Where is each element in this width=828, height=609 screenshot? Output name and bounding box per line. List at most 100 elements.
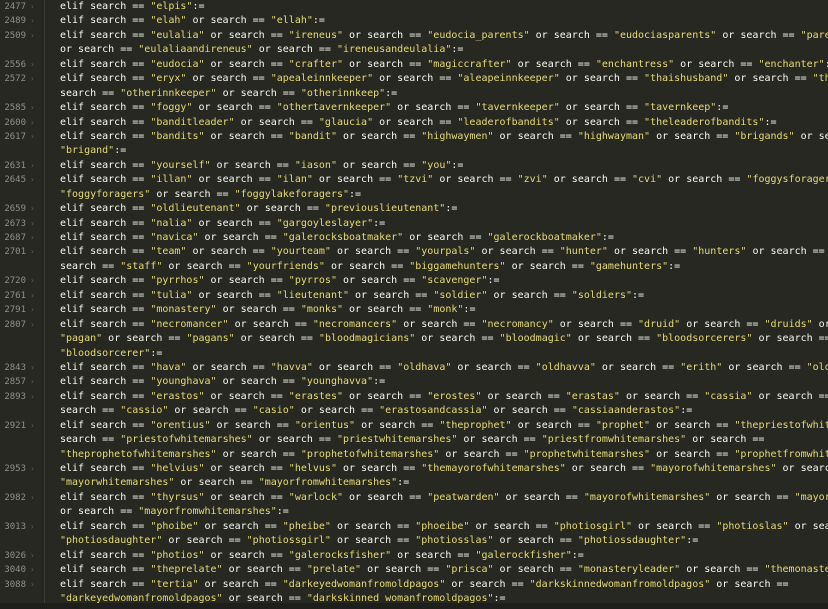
- line-number: 2509: [4, 30, 26, 41]
- code-line[interactable]: "brigand":=: [0, 144, 828, 158]
- fold-arrow-icon[interactable]: ›: [30, 390, 35, 404]
- fold-arrow-icon[interactable]: ›: [30, 289, 35, 303]
- code-line[interactable]: 2489 › elif search == "elah" or search == …: [0, 14, 828, 28]
- fold-arrow-icon[interactable]: ›: [30, 72, 35, 86]
- line-number: 2701: [4, 247, 26, 258]
- code-line[interactable]: 2843 › elif search == "hava" or search == …: [0, 361, 828, 375]
- line-number: 3026: [4, 550, 26, 561]
- code-line[interactable]: "mayorwhitemarshes" or search == "mayorf…: [0, 476, 828, 490]
- code-line[interactable]: 2921 › elif search == "orentius" or search…: [0, 419, 828, 433]
- fold-arrow-icon[interactable]: ›: [30, 173, 35, 187]
- fold-arrow-icon[interactable]: ›: [30, 245, 35, 259]
- code-text: elif search == "hava" or search == "havv…: [60, 361, 828, 373]
- code-line[interactable]: 2893 › elif search == "erastos" or search …: [0, 390, 828, 404]
- code-line[interactable]: 2659 › elif search == "oldlieutenant" or s…: [0, 202, 828, 216]
- code-line[interactable]: 2953 › elif search == "helvius" or search …: [0, 462, 828, 476]
- code-line[interactable]: "pagan" or search == "pagans" or search …: [0, 332, 828, 346]
- code-line[interactable]: 2617 › elif search == "bandits" or search …: [0, 130, 828, 144]
- line-number: 2585: [4, 103, 26, 114]
- code-line[interactable]: 2509 › elif search == "eulalia" or search …: [0, 29, 828, 43]
- fold-arrow-icon[interactable]: ›: [30, 0, 35, 14]
- fold-arrow-icon[interactable]: ›: [30, 563, 35, 577]
- code-line[interactable]: 2807 › elif search == "necromancer" or sea…: [0, 318, 828, 332]
- fold-arrow-icon[interactable]: ›: [30, 14, 35, 28]
- code-text: elif search == "younghava" or search == …: [60, 376, 386, 388]
- fold-arrow-icon[interactable]: ›: [30, 159, 35, 173]
- code-text: "theprophetofwhitemarshes" or search == …: [60, 448, 828, 460]
- code-text: elif search == "erastos" or search == "e…: [60, 390, 828, 402]
- fold-arrow-icon[interactable]: ›: [30, 58, 35, 72]
- code-line[interactable]: 2720 › elif search == "pyrrhos" or search …: [0, 274, 828, 288]
- fold-arrow-icon[interactable]: ›: [30, 217, 35, 231]
- code-line[interactable]: "foggyforagers" or search == "foggylakef…: [0, 188, 828, 202]
- code-text: elif search == "illan" or search == "ila…: [60, 174, 828, 186]
- code-line[interactable]: search == "cassio" or search == "casio" …: [0, 404, 828, 418]
- fold-arrow-icon[interactable]: ›: [30, 130, 35, 144]
- fold-arrow-icon[interactable]: ›: [30, 361, 35, 375]
- fold-arrow-icon[interactable]: ›: [30, 318, 35, 332]
- code-area[interactable]: 2477 › elif search == "elpis":= 2489 › elif s…: [0, 0, 828, 606]
- code-line[interactable]: 2585 › elif search == "foggy" or search ==…: [0, 101, 828, 115]
- code-text: search == "otherinnkeeper" or search == …: [60, 87, 398, 99]
- line-number: 2556: [4, 59, 26, 70]
- code-line[interactable]: 2556 › elif search == "eudocia" or search …: [0, 58, 828, 72]
- code-text: elif search == "banditleader" or search …: [60, 116, 777, 128]
- fold-arrow-icon[interactable]: ›: [30, 29, 35, 43]
- line-number: 2720: [4, 276, 26, 287]
- code-line[interactable]: 2600 › elif search == "banditleader" or se…: [0, 116, 828, 130]
- code-text: elif search == "yourself" or search == "…: [60, 159, 464, 171]
- fold-arrow-icon[interactable]: ›: [30, 419, 35, 433]
- fold-arrow-icon[interactable]: ›: [30, 274, 35, 288]
- code-line[interactable]: 2687 › elif search == "navica" or search =…: [0, 231, 828, 245]
- code-editor[interactable]: 2477 › elif search == "elpis":= 2489 › elif s…: [0, 0, 828, 609]
- code-line[interactable]: "bloodsorcerer":=: [0, 347, 828, 361]
- code-text: elif search == "elpis":=: [60, 1, 205, 12]
- code-line[interactable]: search == "otherinnkeeper" or search == …: [0, 87, 828, 101]
- fold-arrow-icon[interactable]: ›: [30, 303, 35, 317]
- code-line[interactable]: 3040 › elif search == "theprelate" or sear…: [0, 563, 828, 577]
- code-line[interactable]: or search == "mayorfromwhitemarshes":=: [0, 505, 828, 519]
- code-line[interactable]: 2982 › elif search == "thyrsus" or search …: [0, 491, 828, 505]
- fold-arrow-icon[interactable]: ›: [30, 116, 35, 130]
- code-line[interactable]: "photiosdaughter" or search == "photioss…: [0, 534, 828, 548]
- code-line[interactable]: 2791 › elif search == "monastery" or searc…: [0, 303, 828, 317]
- line-number: 2807: [4, 319, 26, 330]
- fold-arrow-icon[interactable]: ›: [30, 231, 35, 245]
- fold-arrow-icon[interactable]: ›: [30, 462, 35, 476]
- fold-arrow-icon[interactable]: ›: [30, 375, 35, 389]
- code-text: elif search == "theprelate" or search ==…: [60, 564, 828, 576]
- code-line[interactable]: 2857 › elif search == "younghava" or searc…: [0, 375, 828, 389]
- line-number: 2857: [4, 377, 26, 388]
- fold-arrow-icon[interactable]: ›: [30, 549, 35, 563]
- line-number: 2791: [4, 305, 26, 316]
- horizontal-scrollbar[interactable]: [0, 603, 828, 609]
- code-text: "foggyforagers" or search == "foggylakef…: [60, 188, 362, 200]
- code-text: search == "cassio" or search == "casio" …: [60, 405, 693, 417]
- line-number: 3013: [4, 521, 26, 532]
- fold-arrow-icon[interactable]: ›: [30, 202, 35, 216]
- code-line[interactable]: 2572 › elif search == "eryx" or search == …: [0, 72, 828, 86]
- code-line[interactable]: 3026 › elif search == "photios" or search …: [0, 549, 828, 563]
- code-text: elif search == "photios" or search == "g…: [60, 549, 584, 561]
- code-line[interactable]: 3013 › elif search == "phoibe" or search =…: [0, 520, 828, 534]
- code-line[interactable]: 2645 › elif search == "illan" or search ==…: [0, 173, 828, 187]
- code-line[interactable]: 2701 › elif search == "team" or search == …: [0, 245, 828, 259]
- fold-arrow-icon[interactable]: ›: [30, 101, 35, 115]
- fold-arrow-icon[interactable]: ›: [30, 520, 35, 534]
- code-text: elif search == "nalia" or search == "gar…: [60, 217, 386, 229]
- code-line[interactable]: "theprophetofwhitemarshes" or search == …: [0, 448, 828, 462]
- line-number: 2645: [4, 175, 26, 186]
- code-text: elif search == "eudocia" or search == "c…: [60, 58, 828, 70]
- fold-arrow-icon[interactable]: ›: [30, 491, 35, 505]
- line-number: 2659: [4, 204, 26, 215]
- code-line[interactable]: 2477 › elif search == "elpis":=: [0, 0, 828, 14]
- line-number: 2893: [4, 391, 26, 402]
- fold-arrow-icon[interactable]: ›: [30, 578, 35, 592]
- code-line[interactable]: 3088 › elif search == "tertia" or search =…: [0, 578, 828, 592]
- code-line[interactable]: search == "priestofwhitemarshes" or sear…: [0, 433, 828, 447]
- code-line[interactable]: 2761 › elif search == "tulia" or search ==…: [0, 289, 828, 303]
- code-line[interactable]: search == "staff" or search == "yourfrie…: [0, 260, 828, 274]
- code-line[interactable]: or search == "eulaliaandireneus" or sear…: [0, 43, 828, 57]
- code-line[interactable]: 2631 › elif search == "yourself" or search…: [0, 159, 828, 173]
- code-line[interactable]: 2673 › elif search == "nalia" or search ==…: [0, 217, 828, 231]
